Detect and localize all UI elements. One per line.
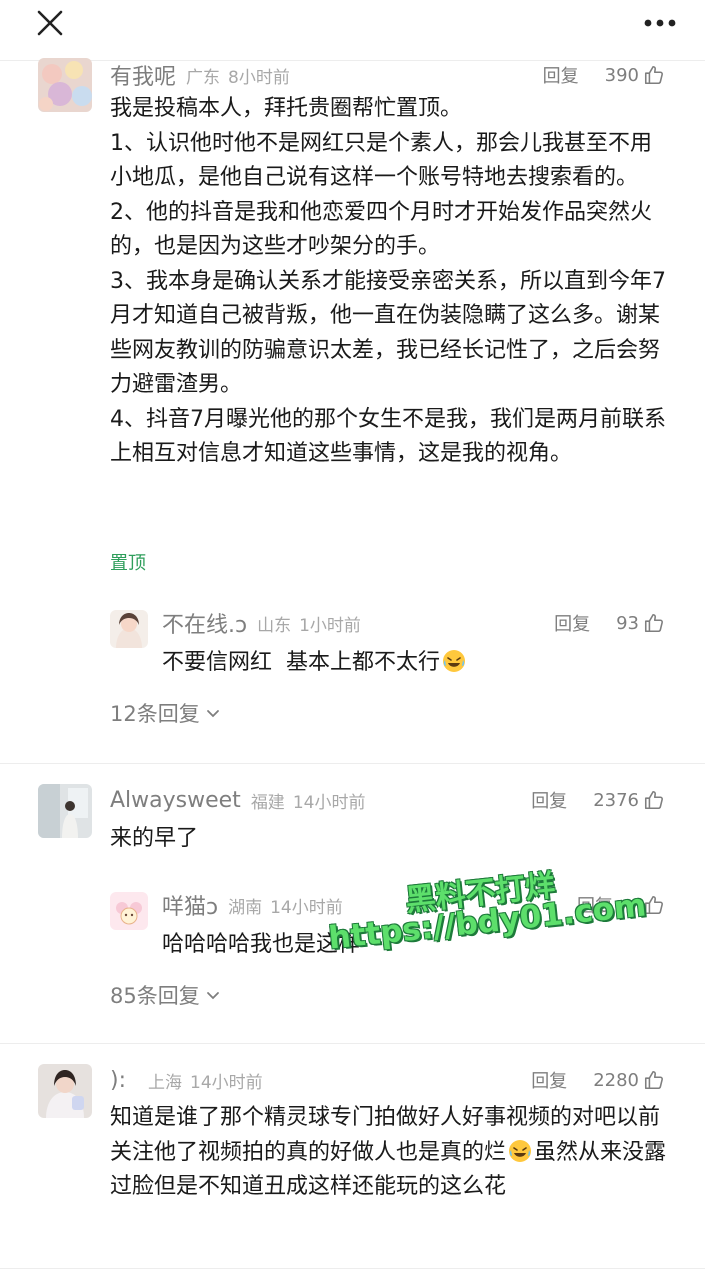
reply-meta: 咩猫ↄ 湖南 14小时前	[162, 890, 343, 920]
comment-meta: Alwaysweet 福建 14小时前	[110, 785, 365, 815]
thumbs-up-icon[interactable]	[643, 789, 665, 811]
location: 上海	[148, 1072, 182, 1093]
username[interactable]: 不在线.ↄ	[162, 607, 247, 639]
comment-actions: 回复 2280	[531, 1065, 665, 1095]
like-count: 2280	[593, 1069, 639, 1091]
chevron-down-icon	[207, 992, 220, 1000]
avatar[interactable]	[110, 610, 148, 648]
reply-meta: 不在线.ↄ 山东 1小时前	[162, 608, 361, 638]
expand-replies-button[interactable]: 12条回复	[110, 698, 220, 728]
location: 福建	[250, 792, 285, 813]
timestamp: 14小时前	[292, 792, 366, 813]
username[interactable]: ):	[110, 1068, 126, 1093]
comment-divider	[0, 763, 705, 764]
reply-button[interactable]: 回复	[554, 610, 590, 636]
close-icon[interactable]	[36, 9, 64, 37]
username[interactable]: 咩猫ↄ	[162, 889, 218, 921]
reply-text: 不要信网红 基本上都不太行	[162, 646, 672, 681]
avatar[interactable]	[110, 892, 148, 930]
thumbs-up-icon[interactable]	[643, 64, 665, 86]
pinned-label: 置顶	[110, 553, 146, 574]
username[interactable]: 有我呢	[110, 59, 176, 91]
timestamp: 14小时前	[190, 1072, 263, 1093]
reply-button[interactable]: 回复	[531, 787, 567, 813]
chevron-down-icon	[207, 710, 220, 718]
username[interactable]: Alwaysweet	[110, 788, 241, 813]
top-bar	[0, 0, 705, 56]
timestamp: 8小时前	[228, 67, 290, 88]
location: 广东	[186, 67, 221, 88]
reply-button[interactable]: 回复	[531, 1067, 567, 1093]
comment-divider	[0, 1043, 705, 1044]
comment-meta: 有我呢 广东 8小时前	[110, 60, 290, 90]
reply-button[interactable]: 回复	[543, 62, 579, 88]
avatar[interactable]	[38, 784, 92, 838]
like-count: 2376	[593, 789, 639, 811]
more-dots-icon[interactable]	[643, 14, 677, 32]
thumbs-up-icon[interactable]	[643, 1069, 665, 1091]
comment-text: 来的早了	[110, 826, 199, 851]
comment-divider	[0, 1268, 705, 1269]
avatar[interactable]	[38, 1064, 92, 1118]
reply-actions: 回复 93	[554, 608, 665, 638]
timestamp: 1小时前	[299, 615, 361, 636]
thumbs-up-icon[interactable]	[643, 612, 665, 634]
expand-replies-button[interactable]: 85条回复	[110, 980, 220, 1010]
comment-text: 知道是谁了那个精灵球专门拍做好人好事视频的对吧以前关注他了视频拍的真的好做人也是…	[110, 1105, 667, 1199]
laugh-cry-emoji-icon	[509, 1139, 532, 1162]
laugh-cry-emoji-icon	[443, 650, 465, 672]
comment-text: 我是投稿本人，拜托贵圈帮忙置顶。 1、认识他时他不是网红只是个素人，那会儿我甚至…	[110, 96, 666, 466]
location: 山东	[257, 615, 292, 636]
avatar[interactable]	[38, 58, 92, 112]
comment-actions: 回复 390	[543, 60, 665, 90]
location: 湖南	[228, 897, 263, 918]
like-count: 390	[604, 64, 639, 86]
timestamp: 14小时前	[270, 897, 343, 918]
comment-actions: 回复 2376	[531, 785, 665, 815]
like-count: 93	[616, 612, 639, 634]
comment-meta: ): 上海 14小时前	[110, 1065, 263, 1095]
